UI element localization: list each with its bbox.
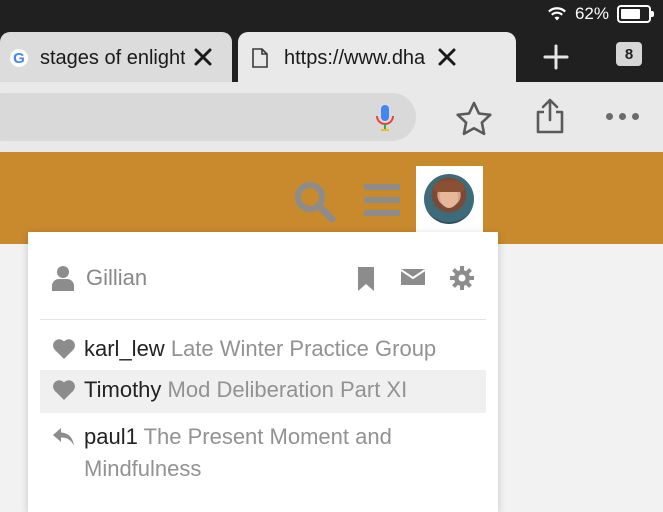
tab-dharma-site[interactable]: https://www.dha bbox=[238, 32, 516, 84]
notification-item[interactable]: karl_lew Late Winter Practice Group bbox=[40, 333, 486, 371]
tab-count-button[interactable]: 8 bbox=[616, 42, 642, 66]
user-profile-link[interactable]: Gillian bbox=[52, 265, 147, 291]
tab-strip: G stages of enlight https://www.dha 8 bbox=[0, 30, 663, 84]
more-icon[interactable] bbox=[606, 113, 639, 120]
notification-title: Late Winter Practice Group bbox=[170, 336, 437, 361]
settings-icon[interactable] bbox=[450, 266, 474, 290]
address-bar[interactable] bbox=[0, 93, 416, 141]
user-menu-panel: Gillian karl_lew Late Winter Practice Gr… bbox=[28, 232, 498, 512]
battery-percent: 62% bbox=[574, 4, 609, 23]
tab-title: stages of enlight bbox=[40, 46, 185, 69]
mic-icon[interactable] bbox=[374, 104, 396, 134]
browser-toolbar bbox=[0, 82, 663, 153]
heart-icon bbox=[52, 374, 76, 406]
dot bbox=[606, 113, 613, 120]
heart-icon bbox=[52, 333, 76, 365]
reply-icon bbox=[52, 421, 76, 453]
bookmark-icon[interactable] bbox=[356, 266, 376, 292]
status-indicators: 62% bbox=[547, 4, 654, 24]
notification-user: karl_lew bbox=[84, 336, 165, 361]
search-icon[interactable] bbox=[292, 179, 338, 225]
document-icon bbox=[252, 48, 268, 68]
share-icon[interactable] bbox=[534, 98, 566, 134]
google-icon: G bbox=[10, 49, 28, 67]
notification-item[interactable]: paul1 The Present Moment and Mindfulness bbox=[40, 421, 452, 485]
star-icon[interactable] bbox=[454, 100, 494, 138]
wifi-icon bbox=[548, 7, 566, 21]
user-icon bbox=[52, 266, 74, 291]
status-bar: 62% bbox=[0, 0, 663, 30]
mail-icon[interactable] bbox=[400, 266, 426, 288]
battery-icon bbox=[617, 5, 654, 23]
notification-item[interactable]: Timothy Mod Deliberation Part XI bbox=[40, 370, 486, 413]
hamburger-menu-icon[interactable] bbox=[362, 182, 402, 218]
close-icon[interactable] bbox=[436, 46, 458, 68]
divider bbox=[40, 319, 486, 320]
notification-title: Mod Deliberation Part XI bbox=[167, 377, 408, 402]
tab-google-search[interactable]: G stages of enlight bbox=[0, 32, 232, 84]
site-header bbox=[0, 152, 663, 244]
username: Gillian bbox=[86, 265, 148, 290]
new-tab-icon[interactable] bbox=[537, 42, 575, 72]
notification-user: Timothy bbox=[84, 377, 162, 402]
close-icon[interactable] bbox=[192, 46, 214, 68]
dot bbox=[619, 113, 626, 120]
avatar bbox=[424, 174, 474, 224]
tab-title: https://www.dha bbox=[284, 46, 426, 69]
dot bbox=[632, 113, 639, 120]
user-actions bbox=[356, 266, 474, 292]
notification-user: paul1 bbox=[84, 424, 138, 449]
